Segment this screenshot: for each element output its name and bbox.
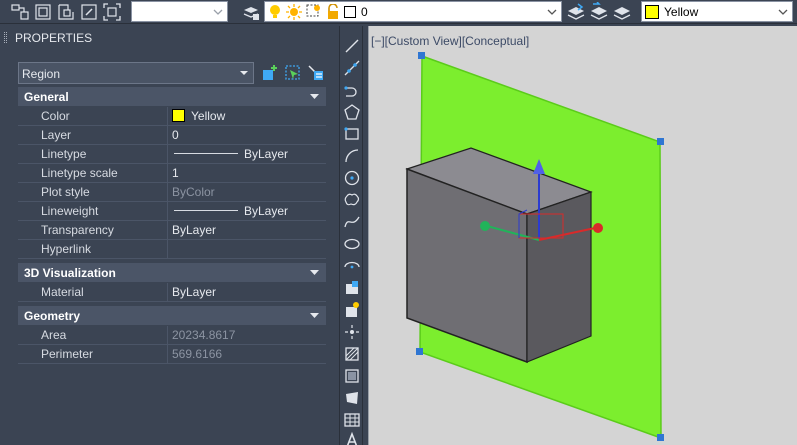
property-value-material[interactable]: ByLayer xyxy=(169,283,326,302)
layer-combo[interactable]: 0 xyxy=(264,1,562,22)
category-geometry[interactable]: Geometry xyxy=(18,306,326,326)
property-row-hyperlink[interactable]: Hyperlink xyxy=(18,240,326,259)
collapse-icon[interactable] xyxy=(310,93,319,100)
lineweight-preview xyxy=(174,210,238,211)
linetype-preview xyxy=(174,153,238,154)
chevron-down-icon xyxy=(547,9,557,15)
line-icon[interactable] xyxy=(343,37,361,55)
property-value-linetype[interactable]: ByLayer xyxy=(169,145,326,164)
make-current-layer-icon[interactable] xyxy=(566,2,586,22)
property-row-linetype[interactable]: Linetype ByLayer xyxy=(18,145,326,164)
property-value-transparency[interactable]: ByLayer xyxy=(169,221,326,240)
select-objects-icon[interactable] xyxy=(284,64,302,82)
property-row-layer[interactable]: Layer 0 xyxy=(18,126,326,145)
palette-title-bar[interactable]: PROPERTIES xyxy=(0,26,337,48)
property-value-plot-style: ByColor xyxy=(172,185,215,199)
draw-toolbar xyxy=(339,26,363,445)
group-icon[interactable] xyxy=(33,2,53,22)
property-value-lineweight[interactable]: ByLayer xyxy=(169,202,326,221)
property-row-material[interactable]: Material ByLayer xyxy=(18,283,326,302)
table-icon[interactable] xyxy=(343,411,361,429)
grip xyxy=(416,348,423,355)
color-swatch xyxy=(645,5,659,19)
property-value-perimeter: 569.6166 xyxy=(172,347,223,361)
point-icon[interactable] xyxy=(343,323,361,341)
ellipse-icon[interactable] xyxy=(343,235,361,253)
property-row-plot-style[interactable]: Plot style ByColor xyxy=(18,183,326,202)
ungroup-icon[interactable] xyxy=(56,2,76,22)
color-combo[interactable]: Yellow xyxy=(641,1,793,22)
polygon-icon[interactable] xyxy=(343,103,361,121)
box-side-face xyxy=(526,191,592,363)
layer-color-swatch xyxy=(344,6,356,18)
grip xyxy=(418,52,425,59)
viewport-freeze-icon xyxy=(306,4,320,17)
property-value-hyperlink[interactable] xyxy=(169,240,326,259)
construction-line-icon[interactable] xyxy=(343,59,361,77)
toggle-pickadd-icon[interactable] xyxy=(261,64,279,82)
make-block-icon[interactable] xyxy=(343,301,361,319)
lightbulb-icon xyxy=(270,5,280,18)
property-grid: General Color Yellow Layer 0 Linetype By… xyxy=(18,87,326,364)
property-value-linetype-scale[interactable]: 1 xyxy=(169,164,326,183)
spline-icon[interactable] xyxy=(343,213,361,231)
ellipse-arc-icon[interactable] xyxy=(343,257,361,275)
drawing-viewport[interactable]: [−][Custom View][Conceptual] xyxy=(368,26,797,445)
sun-icon xyxy=(286,4,302,20)
palette-title: PROPERTIES xyxy=(15,31,93,45)
grip xyxy=(657,434,664,441)
quick-select-icon[interactable] xyxy=(307,64,325,82)
selection-dropdown[interactable]: Region xyxy=(18,62,254,84)
layer-previous-icon[interactable] xyxy=(612,2,632,22)
polyline-icon[interactable] xyxy=(343,81,361,99)
property-row-lineweight[interactable]: Lineweight ByLayer xyxy=(18,202,326,221)
gradient-icon[interactable] xyxy=(343,367,361,385)
category-general[interactable]: General xyxy=(18,87,326,107)
group-edit-icon[interactable] xyxy=(79,2,99,22)
hatch-icon[interactable] xyxy=(343,345,361,363)
property-row-area[interactable]: Area 20234.8617 xyxy=(18,326,326,345)
color-swatch xyxy=(172,109,185,122)
group-combo[interactable] xyxy=(131,1,228,22)
collapse-icon[interactable] xyxy=(310,269,319,276)
top-toolbar: 0 Yellow xyxy=(0,0,797,24)
autocad-window: 0 Yellow PROPERTIES Region General Color… xyxy=(0,0,797,445)
lock-icon xyxy=(328,4,338,19)
multiline-text-icon[interactable] xyxy=(343,431,361,445)
property-value-area: 20234.8617 xyxy=(172,328,236,342)
collapse-icon[interactable] xyxy=(310,312,319,319)
grip xyxy=(657,138,664,145)
layer-properties-icon[interactable] xyxy=(241,2,261,22)
property-row-perimeter[interactable]: Perimeter 569.6166 xyxy=(18,345,326,364)
property-row-transparency[interactable]: Transparency ByLayer xyxy=(18,221,326,240)
insert-block-icon[interactable] xyxy=(343,279,361,297)
drag-grip-icon[interactable] xyxy=(4,32,7,43)
arc-icon[interactable] xyxy=(343,147,361,165)
region-icon[interactable] xyxy=(343,389,361,407)
chevron-down-icon xyxy=(778,9,788,15)
align-icon[interactable] xyxy=(10,2,30,22)
property-row-linetype-scale[interactable]: Linetype scale 1 xyxy=(18,164,326,183)
layer-match-icon[interactable] xyxy=(589,2,609,22)
model-scene xyxy=(405,52,664,441)
property-value-color[interactable]: Yellow xyxy=(169,107,326,126)
chevron-down-icon xyxy=(213,9,223,15)
property-value-layer[interactable]: 0 xyxy=(169,126,326,145)
circle-icon[interactable] xyxy=(343,169,361,187)
group-select-icon[interactable] xyxy=(102,2,122,22)
chevron-down-icon xyxy=(240,71,248,75)
revision-cloud-icon[interactable] xyxy=(343,191,361,209)
properties-palette: PROPERTIES Region General Color Yellow L… xyxy=(0,26,337,445)
rectangle-icon[interactable] xyxy=(343,125,361,143)
property-row-color[interactable]: Color Yellow xyxy=(18,107,326,126)
category-3d-visualization[interactable]: 3D Visualization xyxy=(18,263,326,283)
